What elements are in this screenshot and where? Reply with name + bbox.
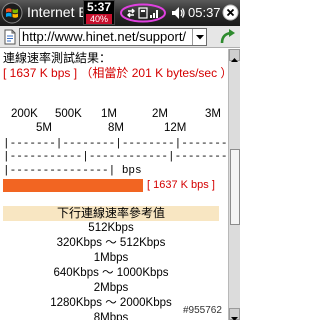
result-text: [ 1637 K bps ] （相當於 201 K bytes/sec ） — [3, 66, 228, 80]
scale-label: 1M — [101, 108, 117, 120]
close-icon — [222, 4, 239, 21]
arrow-down-icon — [231, 317, 238, 320]
address-bar: http://www.hinet.net/support/ — [0, 26, 240, 48]
scale-dash-line: |---------------| bps — [3, 165, 142, 177]
scale-label: 2M — [152, 108, 168, 120]
connection-icon[interactable] — [119, 3, 167, 23]
reference-row: 2Mbps — [93, 282, 129, 294]
reference-row: 1Mbps — [93, 252, 129, 264]
go-button[interactable] — [218, 28, 238, 46]
close-button[interactable] — [222, 4, 239, 21]
app-title: Internet E — [27, 4, 88, 20]
title-bar: Internet E 5:37 40% 05:37 — [0, 0, 240, 26]
speed-bar — [3, 179, 143, 192]
result-title: 連線速率測試結果： — [3, 51, 112, 65]
watermark: #955762 — [183, 305, 222, 317]
scroll-up-button[interactable] — [229, 49, 240, 62]
go-arrow-icon — [220, 29, 235, 44]
speed-label: [ 1637 K bps ] — [147, 179, 215, 191]
scale-dash-line: |-------|--------|--------|----------- — [3, 138, 228, 150]
reference-row: 320Kbps ～ 512Kbps — [56, 237, 166, 249]
reference-row: 640Kbps ～ 1000Kbps — [53, 267, 169, 279]
web-content[interactable]: 連線速率測試結果： [ 1637 K bps ] （相當於 201 K byte… — [0, 49, 228, 320]
popup-time: 5:37 — [86, 0, 112, 14]
popup-battery: 40% — [86, 14, 112, 24]
scroll-thumb[interactable] — [230, 149, 240, 225]
clock: 05:37 — [188, 5, 221, 20]
url-text: http://www.hinet.net/support/ — [22, 29, 187, 44]
speaker-icon[interactable] — [170, 5, 186, 21]
reference-header: 下行連線速率參考值 — [3, 206, 219, 221]
arrow-up-icon — [231, 58, 238, 62]
start-button[interactable] — [1, 2, 23, 24]
scale-label: 5M — [36, 122, 52, 134]
time-battery-popup: 5:37 40% — [83, 0, 115, 25]
scale-label: 200K — [11, 108, 38, 120]
chevron-down-icon — [196, 35, 204, 40]
scale-label: 8M — [108, 122, 124, 134]
scroll-down-button[interactable] — [229, 308, 240, 320]
scale-label: 12M — [164, 122, 187, 134]
scale-label: 3M — [205, 108, 221, 120]
scale-dash-line: |-----------|------------|---------- — [3, 151, 228, 163]
page-icon — [2, 29, 18, 45]
reference-row: 512Kbps — [88, 222, 134, 234]
windows-flag-icon — [1, 2, 23, 24]
url-input[interactable]: http://www.hinet.net/support/ — [19, 28, 207, 46]
url-dropdown-button[interactable] — [192, 29, 206, 45]
vertical-scrollbar[interactable] — [228, 49, 240, 320]
scale-label: 500K — [55, 108, 82, 120]
